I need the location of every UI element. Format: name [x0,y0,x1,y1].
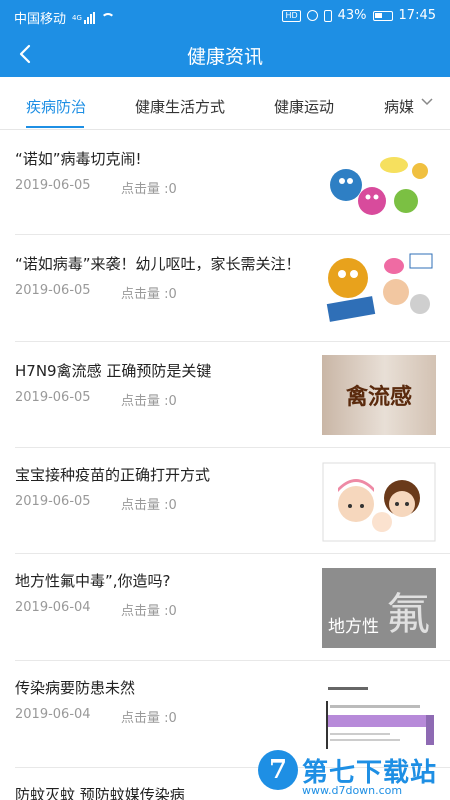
vibrate-icon [323,9,332,22]
chevron-down-icon[interactable] [420,97,434,107]
news-title: H7N9禽流感 正确预防是关键 [15,362,212,380]
news-title: 传染病要防患未然 [15,679,136,697]
signal-icon [83,11,95,24]
page-title: 健康资讯 [186,46,263,68]
click-count: 点击量 :0 [121,498,177,513]
click-count: 点击量 :0 [121,394,177,409]
hd-badge: HD [282,9,301,22]
list-item[interactable]: “诺如病毒”来袭！幼儿呕吐，家长需关注！ 2019-06-05 点击量 :0 [0,235,450,342]
news-thumbnail [322,462,436,542]
news-thumbnail: 地方性 氟 [322,568,436,648]
news-title: 地方性氟中毒”,你造吗? [15,572,171,590]
thumbnail-caption: 禽流感 [345,385,412,410]
news-date: 2019-06-04 [15,600,91,615]
news-date: 2019-06-05 [15,494,91,509]
battery-icon [372,10,393,21]
category-tabs: 疾病防治 健康生活方式 健康运动 病媒 [0,77,450,130]
news-thumbnail: 禽流感 [322,355,436,435]
click-count: 点击量 :0 [121,287,177,302]
status-bar: 中国移动 4G HD 43% 17:45 [0,0,450,32]
click-count: 点击量 :0 [121,182,177,197]
news-title: 防蚊灭蚊 预防蚊媒传染病 [15,786,185,800]
news-date: 2019-06-05 [15,390,91,405]
clock: 17:45 [398,8,436,23]
thumbnail-caption: 地方性 [328,617,379,637]
wifi-icon [100,12,115,23]
tab-disease-prevention[interactable]: 疾病防治 [26,96,86,117]
click-count: 点击量 :0 [121,604,177,619]
watermark-url: www.d7down.com [302,784,403,797]
status-right: HD 43% 17:45 [282,8,436,23]
click-count: 点击量 :0 [121,711,177,726]
news-date: 2019-06-04 [15,707,91,722]
news-thumbnail [322,248,436,328]
list-item[interactable]: H7N9禽流感 正确预防是关键 2019-06-05 点击量 :0 禽流感 [0,342,450,448]
tab-health-exercise[interactable]: 健康运动 [274,96,334,117]
news-title: “诺如病毒”来袭！幼儿呕吐，家长需关注！ [15,255,301,273]
news-date: 2019-06-05 [15,178,91,193]
status-left: 中国移动 4G [14,8,115,27]
news-title: 宝宝接种疫苗的正确打开方式 [15,466,211,484]
news-title: “诺如”病毒切克闹! [15,150,142,168]
news-date: 2019-06-05 [15,283,91,298]
active-tab-indicator [26,126,84,128]
carrier-label: 中国移动 [14,12,67,27]
news-thumbnail [322,145,436,225]
site-watermark: 7 第七下载站 www.d7down.com [258,748,448,800]
battery-percent: 43% [337,8,367,23]
list-item[interactable]: 地方性氟中毒”,你造吗? 2019-06-04 点击量 :0 地方性 氟 [0,554,450,661]
network-label: 4G [72,13,82,22]
thumbnail-glyph: 氟 [386,589,430,640]
alarm-icon [306,10,318,21]
watermark-logo: 7 [258,750,298,790]
list-item[interactable]: “诺如”病毒切克闹! 2019-06-05 点击量 :0 [0,130,450,235]
list-item[interactable]: 宝宝接种疫苗的正确打开方式 2019-06-05 点击量 :0 [0,448,450,554]
app-header: 中国移动 4G HD 43% 17:45 健康资讯 [0,0,450,77]
tab-healthy-lifestyle[interactable]: 健康生活方式 [135,96,225,117]
news-thumbnail [322,675,436,755]
